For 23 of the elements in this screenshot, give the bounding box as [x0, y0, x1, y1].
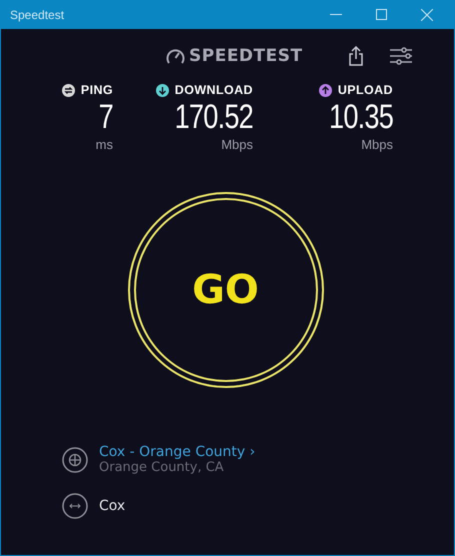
- window-title: Speedtest: [10, 8, 64, 22]
- metric-label: UPLOAD: [338, 83, 393, 97]
- metric-label: PING: [80, 83, 113, 97]
- server-location: Orange County, CA: [99, 460, 225, 475]
- metric-value: 10.35: [328, 99, 393, 135]
- settings-icon[interactable]: [390, 47, 412, 65]
- connection-icon: [62, 493, 88, 519]
- metric-value: 170.52: [174, 99, 253, 135]
- speedtest-logo: SPEEDTEST: [189, 46, 303, 66]
- metric-unit: Mbps: [221, 137, 253, 152]
- maximize-icon[interactable]: [376, 9, 387, 20]
- globe-icon: [62, 446, 88, 472]
- metric-unit: Mbps: [361, 137, 393, 152]
- server-link[interactable]: Cox - Orange County ›: [99, 444, 256, 460]
- gauge-icon: [166, 48, 185, 64]
- share-icon[interactable]: [348, 46, 363, 66]
- close-icon[interactable]: [421, 8, 433, 20]
- metric-value: 7: [98, 99, 113, 135]
- metric-unit: ms: [96, 137, 113, 152]
- go-button[interactable]: GO: [128, 192, 324, 388]
- provider-name: Cox: [99, 498, 126, 514]
- metric-label: DOWNLOAD: [174, 83, 253, 97]
- minimize-icon[interactable]: [330, 14, 342, 16]
